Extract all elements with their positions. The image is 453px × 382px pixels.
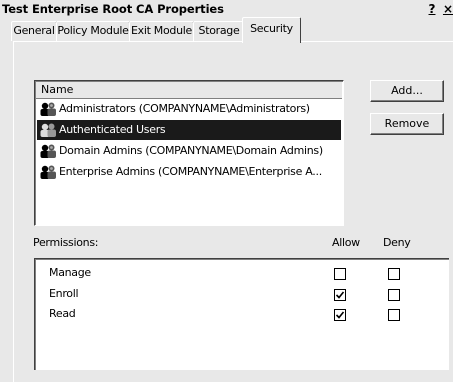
close-button[interactable]: × [440,1,453,17]
list-item[interactable]: Enterprise Admins (COMPANYNAME\Enterpris… [37,162,341,182]
allow-column-header: Allow [332,236,360,249]
tab-exit-module[interactable]: Exit Module [129,21,194,41]
deny-column-header: Deny [383,236,411,249]
remove-button[interactable]: Remove [370,113,444,135]
enroll-allow-checkbox[interactable] [334,289,346,301]
tab-security[interactable]: Security [242,17,301,43]
manage-allow-checkbox[interactable] [334,268,346,280]
permissions-list: Manage Enroll Read [34,258,449,370]
permission-name: Manage [49,266,91,279]
permission-name: Enroll [49,287,79,300]
tab-general[interactable]: General [11,21,57,41]
add-button[interactable]: Add... [370,80,444,102]
user-label: Enterprise Admins (COMPANYNAME\Enterpris… [59,165,322,178]
tab-storage[interactable]: Storage [193,21,245,41]
checkmark-icon [335,311,345,319]
user-list[interactable]: Name Administrators (COMPANYNAME\Adminis… [34,80,344,226]
permission-name: Read [49,307,76,320]
group-icon [40,102,56,116]
name-column-header[interactable]: Name [36,82,342,99]
user-label: Domain Admins (COMPANYNAME\Domain Admins… [59,144,323,157]
read-allow-checkbox[interactable] [334,309,346,321]
group-icon [40,123,56,137]
list-item[interactable]: Administrators (COMPANYNAME\Administrato… [37,99,341,119]
read-deny-checkbox[interactable] [388,309,400,321]
user-label: Authenticated Users [59,123,166,136]
enroll-deny-checkbox[interactable] [388,289,400,301]
window-title: Test Enterprise Root CA Properties [2,2,224,16]
title-bar: Test Enterprise Root CA Properties ? × [0,0,453,19]
group-icon [40,165,56,179]
checkmark-icon [335,291,345,299]
list-item[interactable]: Authenticated Users [37,120,341,140]
permissions-label: Permissions: [33,236,99,249]
user-label: Administrators (COMPANYNAME\Administrato… [59,102,310,115]
help-button[interactable]: ? [424,1,440,17]
tab-policy-module[interactable]: Policy Module [56,21,130,41]
manage-deny-checkbox[interactable] [388,268,400,280]
group-icon [40,144,56,158]
list-item[interactable]: Domain Admins (COMPANYNAME\Domain Admins… [37,141,341,161]
